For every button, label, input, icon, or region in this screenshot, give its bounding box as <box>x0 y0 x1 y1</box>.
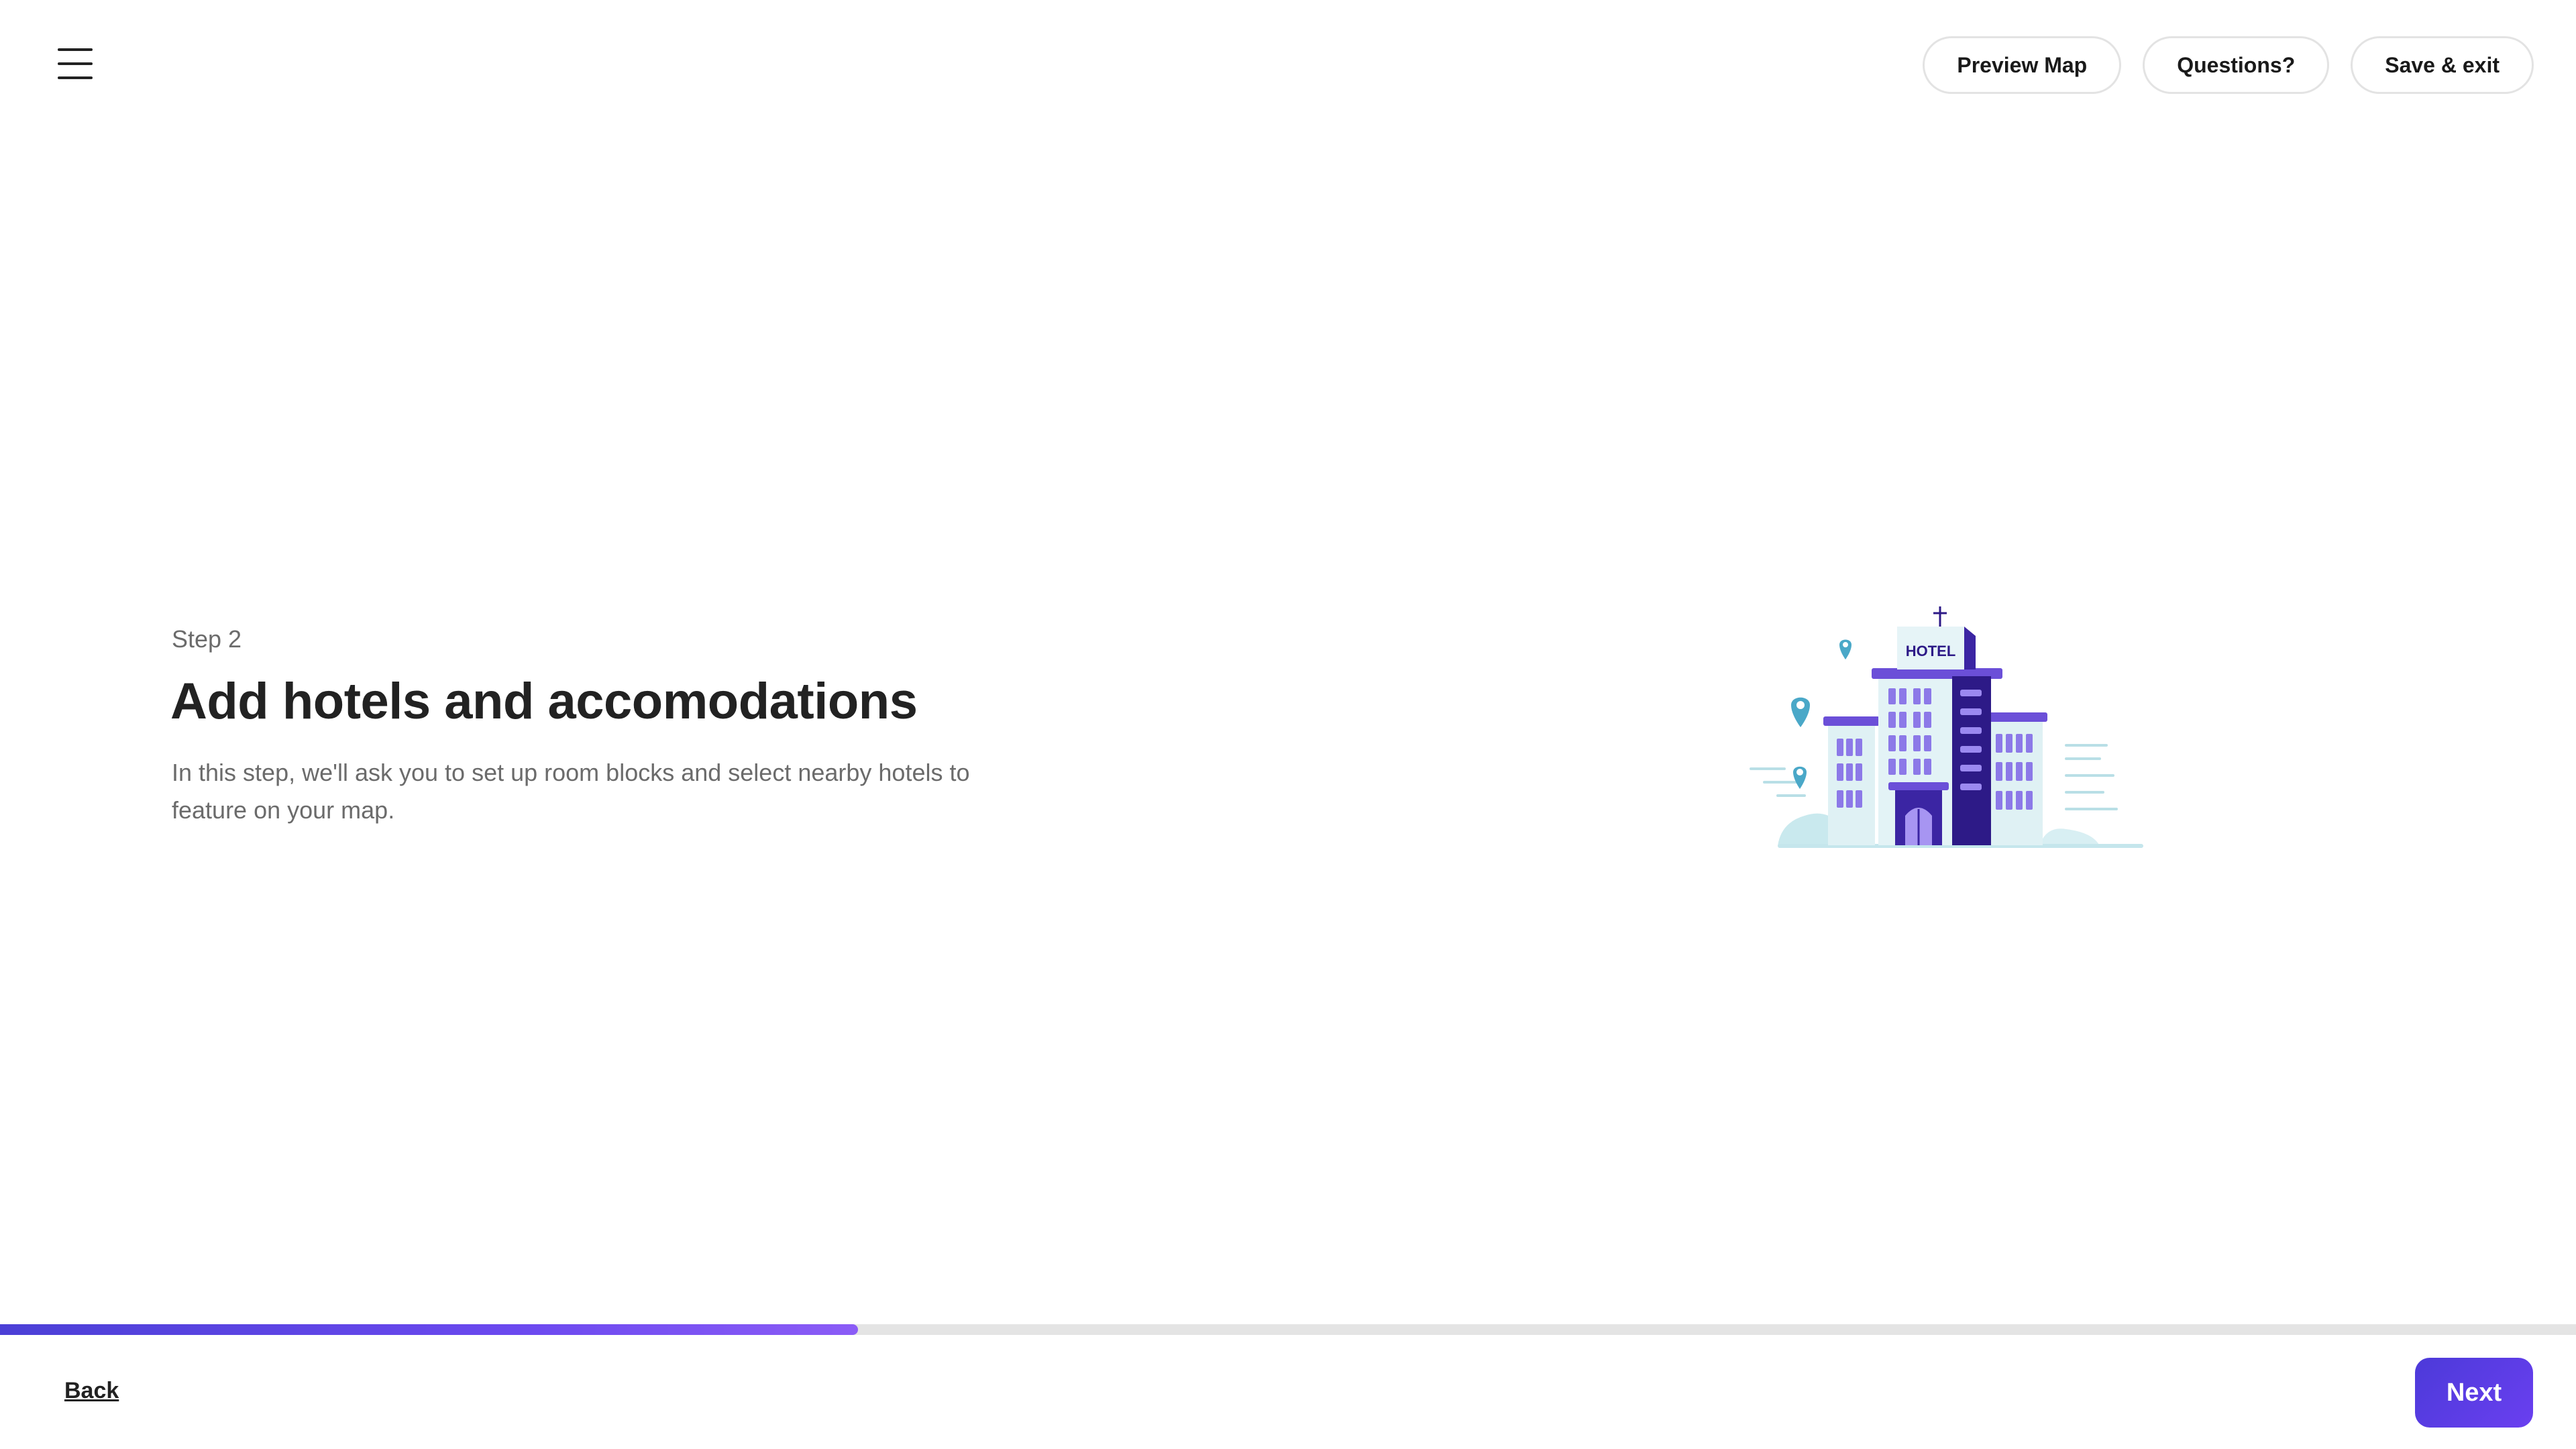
header-actions: Preview Map Questions? Save & exit <box>1923 36 2534 94</box>
left-wing-windows <box>1837 739 1862 808</box>
step-label: Step 2 <box>172 625 242 653</box>
menu-line <box>58 76 93 79</box>
menu-line <box>58 62 93 65</box>
app-window: Preview Map Questions? Save & exit Step … <box>0 0 2576 1449</box>
entrance-canopy <box>1888 782 1949 790</box>
left-wing-roof <box>1823 716 1880 726</box>
menu-line <box>58 48 93 51</box>
preview-map-button[interactable]: Preview Map <box>1923 36 2122 94</box>
progress-bar-fill <box>0 1324 858 1335</box>
hotel-illustration: HOTEL <box>1750 606 2143 848</box>
location-pin-icon <box>1793 766 1807 789</box>
right-wing-roof <box>1986 712 2047 722</box>
hotel-sign-text: HOTEL <box>1906 643 1956 659</box>
back-link[interactable]: Back <box>64 1378 119 1404</box>
bush-right <box>2039 828 2100 846</box>
tower-dark-column <box>1952 676 1991 845</box>
hamburger-menu-icon[interactable] <box>58 47 93 80</box>
page-title: Add hotels and accomodations <box>170 673 918 730</box>
motion-lines-right <box>2065 744 2118 810</box>
next-button[interactable]: Next <box>2415 1358 2533 1428</box>
save-exit-button[interactable]: Save & exit <box>2351 36 2534 94</box>
location-pin-icon <box>1839 639 1851 659</box>
page-description: In this step, we'll ask you to set up ro… <box>172 759 970 824</box>
sign-side <box>1964 627 1976 669</box>
location-pin-icon <box>1791 697 1810 727</box>
progress-bar <box>0 1324 2576 1335</box>
questions-button[interactable]: Questions? <box>2143 36 2330 94</box>
